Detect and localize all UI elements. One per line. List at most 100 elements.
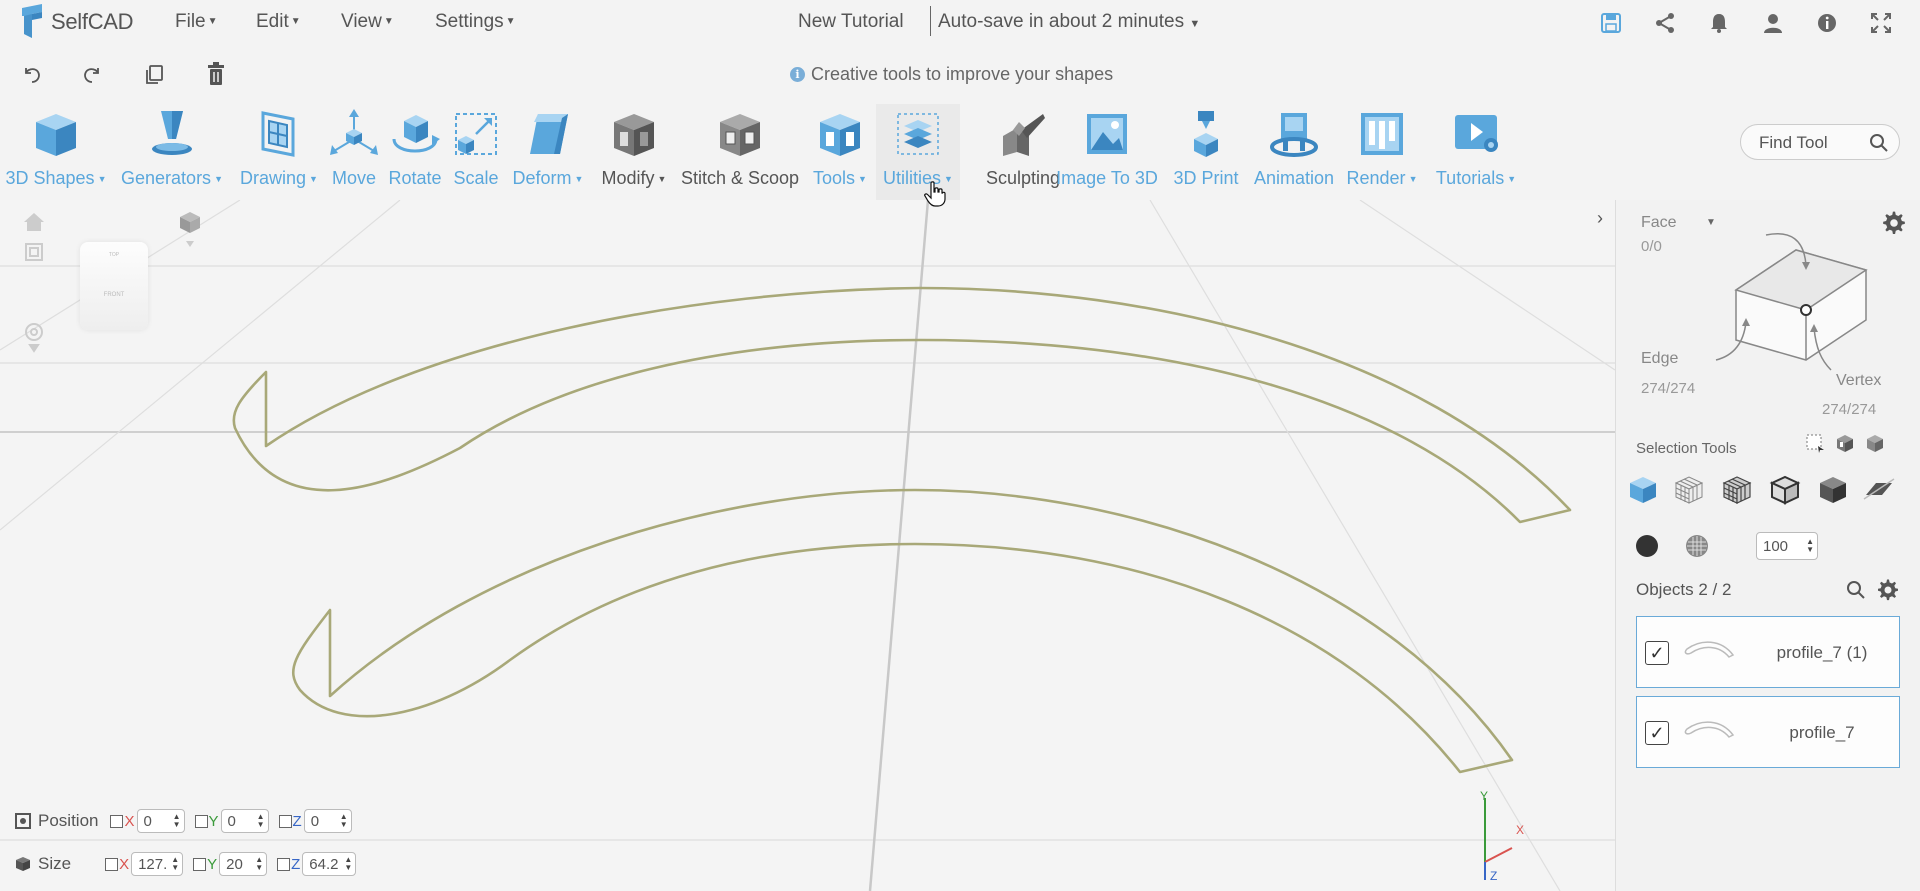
- tool-utilities[interactable]: Utilities ▼: [876, 104, 960, 200]
- account-button[interactable]: [1760, 10, 1786, 36]
- chevron-right-icon: ›: [1597, 208, 1603, 228]
- view-cube-front[interactable]: FRONT: [80, 292, 148, 298]
- position-y-input[interactable]: 0 ▲ ▼: [220, 809, 269, 833]
- menu-edit[interactable]: Edit ▼: [256, 11, 301, 33]
- delete-button[interactable]: [202, 60, 230, 88]
- tool-move[interactable]: Move: [326, 104, 382, 200]
- tool-label: 3D Print: [1173, 168, 1239, 188]
- chevron-down-icon[interactable]: ▼: [1706, 217, 1716, 228]
- gear-icon[interactable]: [1881, 210, 1907, 236]
- size-z-input[interactable]: 64.2 ▲ ▼: [302, 852, 357, 876]
- tool-3d-shapes[interactable]: 3D Shapes ▼: [4, 104, 108, 200]
- profile-curve-upper[interactable]: [232, 286, 1572, 524]
- size-z-value: 64.2: [309, 855, 339, 873]
- 3d-viewport[interactable]: Y X Z TOP FRONT › Position X 0 ▲ ▼ Y 0 ▲ ▼ Z…: [0, 200, 1615, 891]
- help-button[interactable]: [1814, 10, 1840, 36]
- redo-button[interactable]: [78, 60, 106, 88]
- chevron-down-icon: ▼: [657, 174, 667, 185]
- face-mode-label[interactable]: Face: [1641, 214, 1677, 232]
- app-logo[interactable]: SelfCAD: [18, 4, 134, 40]
- projection-toggle[interactable]: [176, 208, 204, 252]
- find-tool-search[interactable]: Find Tool: [1740, 124, 1900, 160]
- position-z-input[interactable]: 0 ▲ ▼: [303, 809, 352, 833]
- select-wireframe-button[interactable]: [1672, 472, 1706, 506]
- tool-label: Drawing: [240, 168, 307, 188]
- size-y-lock[interactable]: [193, 857, 207, 871]
- select-plane-button[interactable]: [1862, 472, 1896, 506]
- save-button[interactable]: [1598, 10, 1624, 36]
- tool-modify[interactable]: Modify ▼: [594, 104, 674, 200]
- tool-3d-print[interactable]: 3D Print: [1168, 104, 1244, 200]
- tool-label: Image To 3D: [1056, 168, 1158, 188]
- home-view-button[interactable]: [22, 210, 46, 234]
- menu-file[interactable]: File ▼: [175, 11, 218, 33]
- view-cube-top[interactable]: TOP: [80, 252, 148, 258]
- object-visibility-checkbox[interactable]: ✓: [1645, 641, 1669, 665]
- size-x-input[interactable]: 127. ▲ ▼: [131, 852, 184, 876]
- select-cube-solid-icon[interactable]: [1864, 432, 1886, 454]
- size-controls: Size X 127. ▲ ▼ Y 20 ▲ ▼ Z 64.2 ▲ ▼: [14, 852, 362, 876]
- drawing-icon: [261, 111, 295, 157]
- face-count: 0/0: [1641, 238, 1662, 255]
- sculpting-icon: [1003, 114, 1045, 156]
- tool-tools[interactable]: Tools ▼: [806, 104, 874, 200]
- tool-label: Sculpting: [985, 168, 1061, 188]
- tool-stitch-scoop[interactable]: Stitch & Scoop: [676, 104, 804, 200]
- view-cube[interactable]: TOP FRONT: [80, 242, 148, 330]
- position-z-lock[interactable]: [278, 814, 292, 828]
- tool-tutorials[interactable]: Tutorials ▼: [1428, 104, 1524, 200]
- pattern-material-icon[interactable]: [1685, 534, 1709, 558]
- edge-mode-label[interactable]: Edge: [1641, 350, 1678, 368]
- panel-collapse-button[interactable]: ›: [1588, 208, 1612, 232]
- box-select-icon[interactable]: [1804, 432, 1826, 454]
- select-edges-button[interactable]: [1768, 472, 1802, 506]
- profile-curves[interactable]: [232, 286, 1572, 774]
- zoom-fit-button[interactable]: [22, 240, 46, 264]
- solid-material-button[interactable]: [1636, 535, 1658, 557]
- scene-canvas[interactable]: Y X Z: [0, 200, 1615, 891]
- notifications-button[interactable]: [1706, 10, 1732, 36]
- search-icon[interactable]: [1844, 578, 1868, 602]
- axis-z-letter: Z: [291, 855, 301, 873]
- tool-generators[interactable]: Generators ▼: [116, 104, 228, 200]
- profile-curve-lower[interactable]: [292, 488, 1514, 774]
- info-icon: i: [790, 67, 805, 82]
- menu-view[interactable]: View ▼: [341, 11, 394, 33]
- tool-rotate[interactable]: Rotate: [384, 104, 446, 200]
- position-x-input[interactable]: 0 ▲ ▼: [136, 809, 185, 833]
- tool-drawing[interactable]: Drawing ▼: [236, 104, 322, 200]
- gear-icon[interactable]: [1876, 578, 1900, 602]
- menu-settings[interactable]: Settings ▼: [435, 11, 516, 33]
- object-visibility-checkbox[interactable]: ✓: [1645, 721, 1669, 745]
- tool-render[interactable]: Render ▼: [1344, 104, 1420, 200]
- opacity-input[interactable]: 100 ▲ ▼: [1756, 532, 1818, 560]
- tool-deform[interactable]: Deform ▼: [508, 104, 588, 200]
- tool-label: Generators: [121, 168, 212, 188]
- autosave-status[interactable]: Auto-save in about 2 minutes ▼: [938, 11, 1200, 33]
- select-faces-button[interactable]: [1816, 472, 1850, 506]
- vertex-mode-label[interactable]: Vertex: [1836, 372, 1881, 390]
- position-x-lock[interactable]: [110, 814, 124, 828]
- object-row[interactable]: ✓ profile_7: [1636, 696, 1900, 768]
- size-x-lock[interactable]: [105, 857, 119, 871]
- tool-image-to-3d[interactable]: Image To 3D: [1052, 104, 1162, 200]
- select-grid-button[interactable]: [1720, 472, 1754, 506]
- tool-scale[interactable]: Scale: [448, 104, 504, 200]
- position-y-lock[interactable]: [194, 814, 208, 828]
- size-z-lock[interactable]: [277, 857, 291, 871]
- camera-target-button[interactable]: [22, 320, 46, 354]
- rotate-icon: [392, 115, 440, 153]
- chevron-down-icon: ▼: [309, 174, 318, 185]
- edge-cube-icon: [1769, 475, 1801, 505]
- fullscreen-button[interactable]: [1868, 10, 1894, 36]
- document-title[interactable]: New Tutorial: [798, 11, 904, 33]
- size-y-input[interactable]: 20 ▲ ▼: [219, 852, 268, 876]
- copy-button[interactable]: [140, 60, 168, 88]
- object-row[interactable]: ✓ profile_7 (1): [1636, 616, 1900, 688]
- select-solid-button[interactable]: [1626, 472, 1660, 506]
- share-button[interactable]: [1652, 10, 1678, 36]
- undo-button[interactable]: [18, 60, 46, 88]
- select-cube-icon[interactable]: [1834, 432, 1856, 454]
- tool-animation[interactable]: Animation: [1246, 104, 1342, 200]
- menu-view-label: View: [341, 11, 382, 32]
